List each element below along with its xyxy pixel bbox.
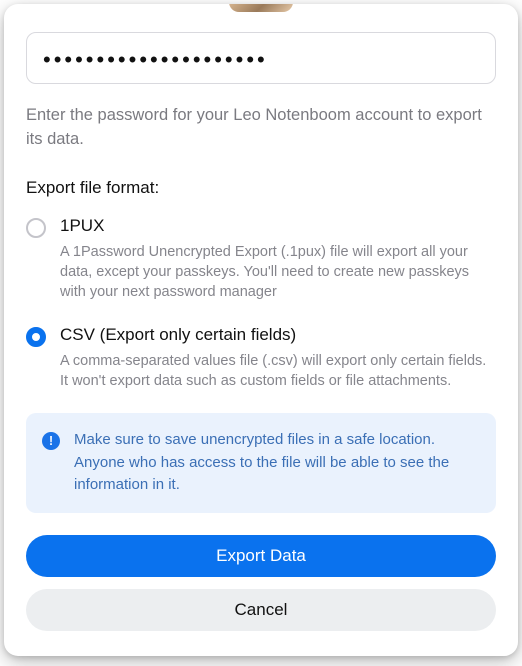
password-help-text: Enter the password for your Leo Notenboo… (26, 104, 496, 152)
export-data-button[interactable]: Export Data (26, 535, 496, 577)
radio-description: A comma-separated values file (.csv) wil… (60, 351, 496, 392)
radio-title: 1PUX (60, 216, 496, 236)
password-input[interactable] (26, 32, 496, 84)
export-format-label: Export file format: (26, 178, 496, 198)
cancel-button[interactable]: Cancel (26, 589, 496, 631)
export-dialog: Enter the password for your Leo Notenboo… (4, 4, 518, 656)
warning-notice: Make sure to save unencrypted files in a… (26, 413, 496, 513)
radio-checked-icon (26, 327, 46, 347)
radio-unchecked-icon (26, 218, 46, 238)
radio-description: A 1Password Unencrypted Export (.1pux) f… (60, 242, 496, 303)
alert-icon (42, 432, 60, 450)
radio-option-csv[interactable]: CSV (Export only certain fields) A comma… (26, 325, 496, 392)
warning-text: Make sure to save unencrypted files in a… (74, 429, 478, 497)
avatar (229, 4, 293, 12)
radio-option-1pux[interactable]: 1PUX A 1Password Unencrypted Export (.1p… (26, 216, 496, 303)
radio-title: CSV (Export only certain fields) (60, 325, 496, 345)
